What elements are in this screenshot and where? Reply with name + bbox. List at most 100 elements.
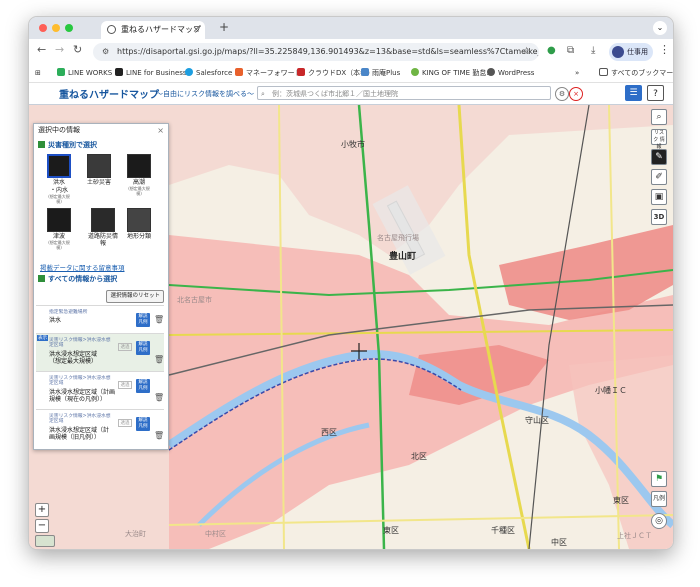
legend-button[interactable]: 解説 凡例 xyxy=(136,379,150,393)
hazard-road[interactable]: 道路防災情報 xyxy=(86,208,120,247)
map-label: 北名古屋市 xyxy=(177,296,212,304)
apps-grid-icon[interactable]: ⊞ xyxy=(35,68,41,79)
zoom-out-button[interactable]: − xyxy=(35,519,49,533)
pencil-icon[interactable]: ✐ xyxy=(651,169,667,185)
map-label: 東区 xyxy=(613,496,629,505)
panel-header: 選択中の情報 × xyxy=(34,124,168,137)
basemap-thumbnail[interactable] xyxy=(35,535,55,547)
all-bookmarks[interactable]: すべてのブックマーク xyxy=(599,68,673,79)
road-disaster-icon xyxy=(91,208,115,232)
legend-button[interactable]: 凡例 xyxy=(651,491,667,507)
storm-surge-icon xyxy=(127,154,151,178)
back-icon[interactable]: ← xyxy=(37,43,46,56)
map-label: 小牧市 xyxy=(341,140,365,149)
map-label: 大治町 xyxy=(125,530,146,538)
bookmark-amaan-plus[interactable]: 雨庵Plus xyxy=(361,68,400,79)
draw-icon[interactable]: ✎ xyxy=(651,149,667,165)
hazard-storm-surge[interactable]: 高潮 (想定最大規模) xyxy=(126,154,152,196)
trash-icon[interactable]: 🗑 xyxy=(154,355,164,364)
transparency-toggle[interactable]: 透過 xyxy=(118,343,132,351)
tab-search-button[interactable]: ⌄ xyxy=(653,21,667,35)
favicon-icon xyxy=(107,25,116,34)
map-label: 名古屋飛行場 xyxy=(377,234,419,242)
bookmark-line-business[interactable]: LINE for Business xyxy=(115,68,187,79)
minimize-window-icon[interactable] xyxy=(52,24,60,32)
new-tab-button[interactable]: + xyxy=(219,20,229,34)
selected-layer-item[interactable]: 表示 災害リスク情報>洪水浸水想定区域 洪水浸水想定区域 （想定最大規模） 透過… xyxy=(36,333,164,371)
3d-icon[interactable]: 3D xyxy=(651,209,667,225)
selected-layer-item[interactable]: 指定緊急避難場所 洪水 解説 凡例 🗑 xyxy=(36,305,164,333)
site-header: 重ねるハザードマップ ～自由にリスク情報を調べる～ ⌕ 例：茨城県つくば市北郷１… xyxy=(29,83,673,105)
risk-icon[interactable]: リスク 情報 xyxy=(651,129,667,150)
close-tab-icon[interactable]: × xyxy=(192,21,200,39)
trash-icon[interactable]: 🗑 xyxy=(154,431,164,440)
zoom-in-button[interactable]: + xyxy=(35,503,49,517)
selected-layer-item[interactable]: 災害リスク情報>洪水浸水想定区域 洪水浸水想定区域（計画 規模（現在の凡例）） … xyxy=(36,371,164,409)
hazard-section-title[interactable]: 災害種別で選択 xyxy=(38,140,97,150)
legend-button[interactable]: 解説 凡例 xyxy=(136,417,150,431)
compass-icon[interactable]: ◎ xyxy=(651,513,667,529)
bookmark-star-icon[interactable]: ☆ xyxy=(522,43,531,61)
reset-selection-button[interactable]: 選択情報のリセット xyxy=(106,290,164,303)
close-panel-icon[interactable]: × xyxy=(157,124,164,137)
flood-icon xyxy=(47,154,71,178)
extensions-icon[interactable]: ⧉ xyxy=(567,45,574,56)
toolbox-icon[interactable]: ▣ xyxy=(651,189,667,205)
url-text: https://disaportal.gsi.go.jp/maps/?ll=35… xyxy=(117,47,539,56)
bookmarks-overflow[interactable]: » xyxy=(575,68,579,79)
map-label: 西区 xyxy=(321,428,337,437)
menu-icon[interactable]: ⋮ xyxy=(659,43,670,56)
transparency-toggle[interactable]: 透過 xyxy=(118,419,132,427)
address-bar[interactable]: ⚙ https://disaportal.gsi.go.jp/maps/?ll=… xyxy=(93,43,539,61)
download-icon[interactable]: ⤓ xyxy=(591,45,595,56)
selected-layer-item[interactable]: 災害リスク情報>洪水浸水想定区域 洪水浸水想定区域（計 画規模（旧凡例）） 透過… xyxy=(36,409,164,447)
extension-icon[interactable]: ● xyxy=(547,45,556,56)
reload-icon[interactable]: ↻ xyxy=(73,43,82,56)
trash-icon[interactable]: 🗑 xyxy=(154,315,164,324)
map-label: 守山区 xyxy=(525,416,549,425)
bookmark-salesforce[interactable]: Salesforce xyxy=(185,68,232,79)
browser-tab[interactable]: 重ねるハザードマップ × xyxy=(101,21,205,39)
bookmarks-bar: ⊞ LINE WORKS LINE for Business Salesforc… xyxy=(29,65,673,83)
data-notes-link[interactable]: 掲載データに関する留意事項 xyxy=(40,262,125,272)
profile-button[interactable]: 仕事用 xyxy=(609,43,653,61)
site-subtitle: ～自由にリスク情報を調べる～ xyxy=(156,90,254,98)
pedestrian-icon[interactable]: ⚑ xyxy=(651,471,667,487)
search-placeholder: 例：茨城県つくば市北郷１／国土地理院 xyxy=(272,90,398,98)
map-label: 東区 xyxy=(383,526,399,535)
legend-button[interactable]: 解説 凡例 xyxy=(136,341,150,355)
forward-icon[interactable]: → xyxy=(55,43,64,56)
settings-icon[interactable]: ⚙ xyxy=(555,87,569,101)
menu-hamburger-icon[interactable]: ☰ xyxy=(625,85,642,101)
legend-button[interactable]: 解説 凡例 xyxy=(136,313,150,327)
site-title[interactable]: 重ねるハザードマップ xyxy=(59,86,159,101)
help-button[interactable]: ? xyxy=(647,85,664,101)
tab-title: 重ねるハザードマップ xyxy=(121,25,201,34)
hazard-landslide[interactable]: 土砂災害 xyxy=(86,154,112,186)
hazard-landform[interactable]: 地形分類 xyxy=(126,208,152,240)
bookmark-moneyforward[interactable]: マネーフォワード xyxy=(235,68,302,79)
magnifier-icon[interactable]: ⌕ xyxy=(651,109,667,125)
map-label: 豊山町 xyxy=(389,252,417,262)
map-label: 小幡ＩＣ xyxy=(595,386,627,395)
transparency-toggle[interactable]: 透過 xyxy=(118,381,132,389)
hazard-flood[interactable]: 洪水 ・内水 (想定最大規模) xyxy=(46,154,72,204)
hazard-tsunami[interactable]: 津波 (想定最大規模) xyxy=(46,208,72,250)
map-label: 中区 xyxy=(551,538,567,547)
bookmark-king-of-time[interactable]: KING OF TIME 勤怠... xyxy=(411,68,493,79)
clear-search-icon[interactable]: × xyxy=(569,87,583,101)
all-info-section-title[interactable]: すべての情報から選択 xyxy=(38,274,117,284)
search-input[interactable]: ⌕ 例：茨城県つくば市北郷１／国土地理院 xyxy=(257,86,551,100)
bookmark-wordpress[interactable]: WordPress xyxy=(487,68,534,79)
tab-strip: 重ねるハザードマップ × + ⌄ xyxy=(29,17,673,39)
bookmark-line-works[interactable]: LINE WORKS xyxy=(57,68,112,79)
trash-icon[interactable]: 🗑 xyxy=(154,393,164,402)
site-info-icon[interactable]: ⚙ xyxy=(102,43,109,61)
close-window-icon[interactable] xyxy=(39,24,47,32)
map-label: 中村区 xyxy=(205,530,226,538)
maximize-window-icon[interactable] xyxy=(65,24,73,32)
browser-window: 重ねるハザードマップ × + ⌄ ← → ↻ ⚙ https://disapor… xyxy=(28,16,674,550)
browser-toolbar: ← → ↻ ⚙ https://disaportal.gsi.go.jp/map… xyxy=(29,39,673,65)
search-icon: ⌕ xyxy=(261,90,265,98)
profile-label: 仕事用 xyxy=(627,48,648,56)
